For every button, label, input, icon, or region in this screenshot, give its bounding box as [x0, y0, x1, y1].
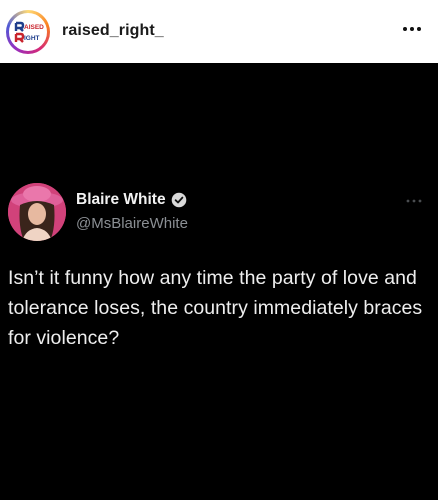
tweet-more-icon[interactable]	[405, 196, 423, 206]
post-username[interactable]: raised_right_	[62, 22, 164, 40]
logo-text-bottom: IGHT	[24, 35, 40, 42]
logo-text-top: AISED	[24, 24, 44, 31]
more-horizontal-icon	[403, 27, 421, 31]
tweet-author-name[interactable]: Blaire White	[76, 191, 166, 209]
verified-badge-icon	[171, 192, 186, 208]
more-options-button[interactable]	[400, 17, 424, 41]
author-photo	[8, 183, 66, 241]
instagram-post-header: AISED IGHT raised_right_	[0, 0, 438, 63]
tweet-author-avatar[interactable]	[8, 183, 66, 241]
profile-avatar-ring[interactable]: AISED IGHT	[6, 10, 50, 54]
raised-right-logo-avatar: AISED IGHT	[9, 13, 47, 51]
tweet-author-name-row: Blaire White	[76, 191, 187, 209]
tweet-author-handle[interactable]: @MsBlaireWhite	[76, 215, 188, 232]
raised-right-logo-icon: AISED IGHT	[10, 14, 46, 50]
tweet-text: Isn’t it funny how any time the party of…	[8, 267, 423, 349]
